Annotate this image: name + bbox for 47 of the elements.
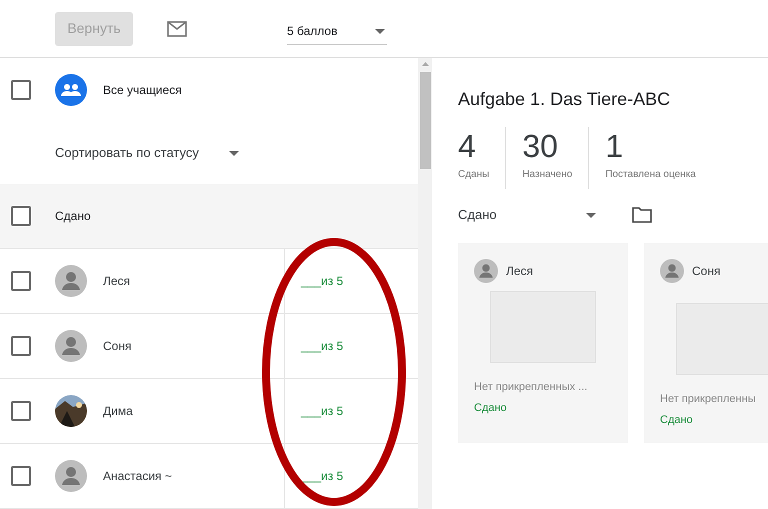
card-status: Сдано <box>474 400 508 416</box>
student-name: Дима <box>103 403 133 420</box>
stat-label: Сданы <box>458 168 490 182</box>
checkbox[interactable] <box>11 80 31 100</box>
avatar-icon <box>474 259 498 283</box>
stat-label: Поставлена оценка <box>605 168 696 182</box>
caret-icon <box>228 150 239 156</box>
student-name: Анастасия ~ <box>103 468 172 485</box>
checkbox[interactable] <box>11 336 31 356</box>
grade-field[interactable]: ___из 5 <box>301 337 344 355</box>
caret-icon <box>586 212 596 218</box>
avatar-icon <box>660 259 684 283</box>
attachment-note: Нет прикрепленных ... <box>474 380 588 395</box>
attachment-note: Нет прикрепленны <box>660 392 757 407</box>
checkbox[interactable] <box>11 206 31 226</box>
submission-card[interactable]: Соня Нет прикрепленны Сдано <box>644 243 768 443</box>
checkbox[interactable] <box>11 271 31 291</box>
student-name: Леся <box>103 273 130 290</box>
scrollbar[interactable] <box>418 58 432 509</box>
scroll-thumb[interactable] <box>420 72 430 169</box>
checkbox[interactable] <box>11 401 31 421</box>
folder-icon[interactable] <box>632 207 652 223</box>
avatar-icon <box>55 265 87 297</box>
group-label: Сдано <box>55 208 91 225</box>
status-filter[interactable]: Сдано <box>458 205 598 225</box>
avatar-icon <box>55 330 87 362</box>
grade-field[interactable]: ___из 5 <box>301 402 344 420</box>
all-students-label: Все учащиеся <box>103 82 182 99</box>
stat-label: Назначено <box>522 168 572 182</box>
group-icon <box>55 74 87 106</box>
avatar-icon <box>55 460 87 492</box>
caret-icon <box>375 28 385 34</box>
assignment-title: Aufgabe 1. Das Tiere-ABC <box>458 88 672 111</box>
points-select[interactable]: 5 баллов <box>287 18 387 44</box>
submission-card[interactable]: Леся Нет прикрепленных ... Сдано <box>458 243 628 443</box>
sort-select[interactable]: Сортировать по статусу <box>0 122 418 184</box>
card-status: Сдано <box>660 412 694 428</box>
mail-icon[interactable] <box>167 20 187 36</box>
stat-value: 4 <box>458 127 477 165</box>
card-student-name: Леся <box>506 263 534 280</box>
stat-value: 1 <box>605 127 624 165</box>
checkbox[interactable] <box>11 466 31 486</box>
grade-field[interactable]: ___из 5 <box>301 467 344 485</box>
stat-value: 30 <box>522 127 559 165</box>
grade-field[interactable]: ___из 5 <box>301 272 344 290</box>
card-student-name: Соня <box>692 263 720 280</box>
student-name: Соня <box>103 338 132 355</box>
